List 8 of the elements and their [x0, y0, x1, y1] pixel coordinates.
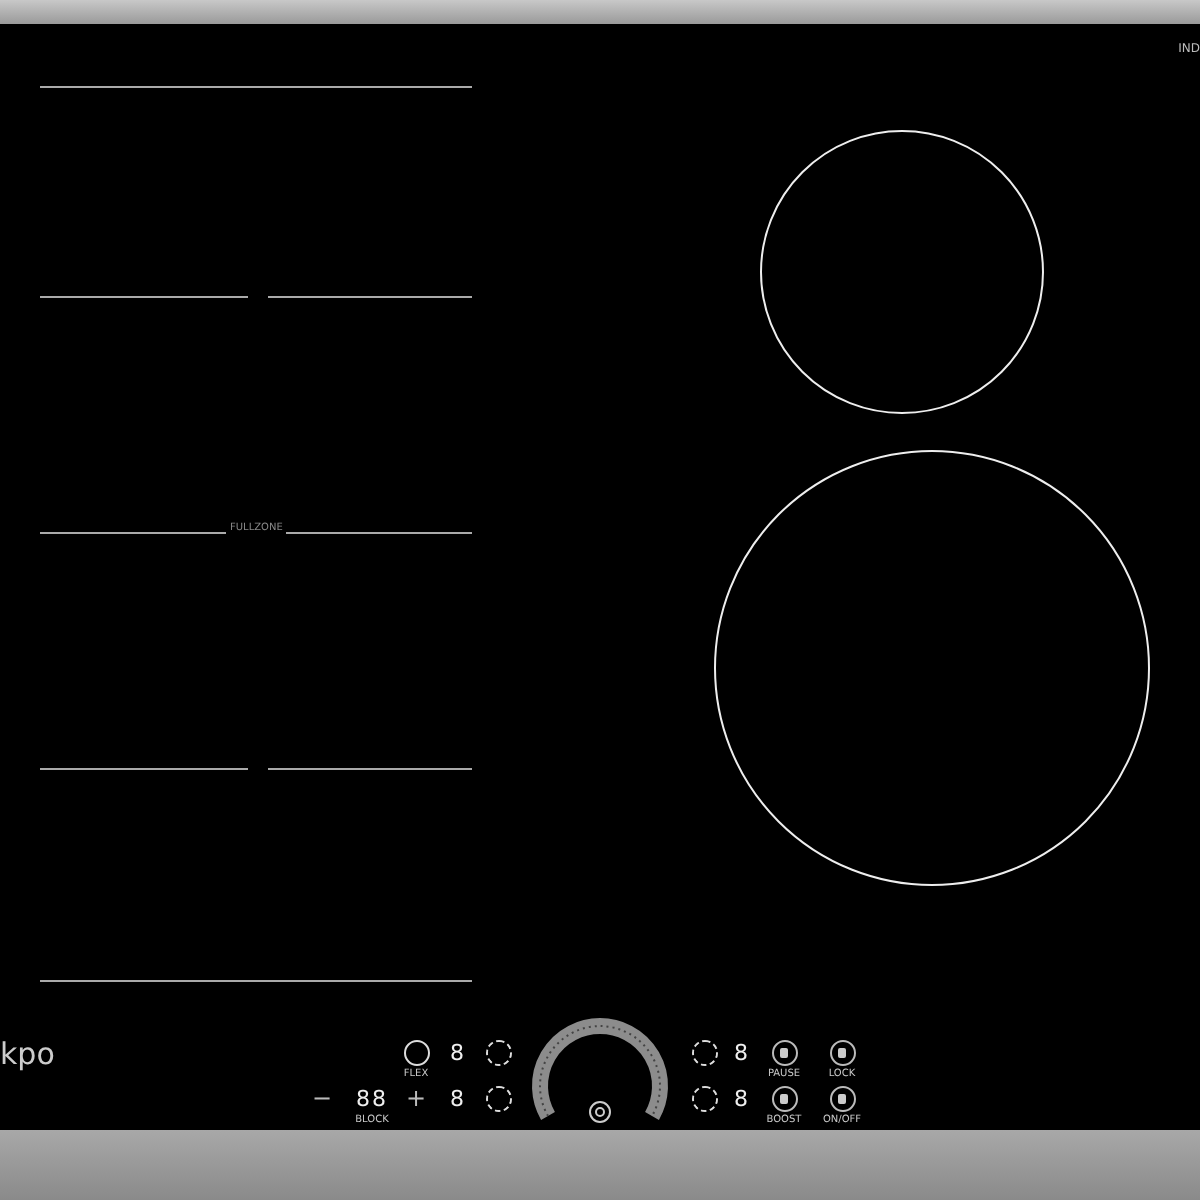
plus-button[interactable]: + — [405, 1086, 427, 1112]
minus-button[interactable]: − — [311, 1086, 333, 1112]
digit-display: 8 — [450, 1040, 466, 1066]
digit-display: 8 — [734, 1086, 750, 1112]
digit-display: 8 — [734, 1040, 750, 1066]
brand-logo: kpo — [0, 1036, 55, 1072]
digit-display: 8 — [450, 1086, 466, 1112]
digit-display: 88 — [356, 1086, 388, 1112]
